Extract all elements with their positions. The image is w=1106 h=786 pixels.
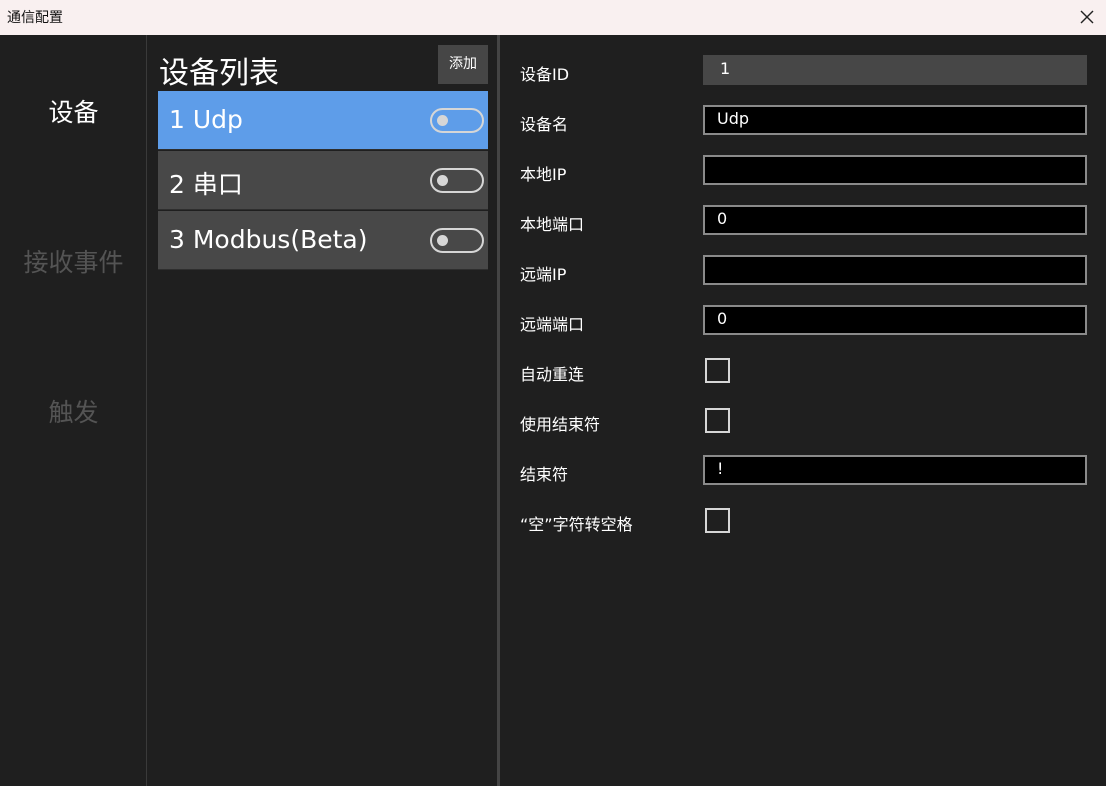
toggle-knob: [437, 235, 448, 246]
row-terminator: 结束符 !: [500, 455, 1106, 485]
row-device-id: 设备ID 1: [500, 55, 1106, 85]
device-settings-form: 设备ID 1 设备名 Udp 本地IP 本地端口 0 远端IP 远端端口 0 自…: [500, 35, 1106, 786]
device-item-label: 1 Udp: [169, 105, 243, 134]
row-device-name: 设备名 Udp: [500, 105, 1106, 135]
nav-sidebar: 设备 接收事件 触发: [0, 35, 147, 786]
nav-item-devices[interactable]: 设备: [0, 93, 147, 129]
title-bar: 通信配置: [0, 0, 1106, 35]
device-list-panel: 设备列表 添加 1 Udp 2 串口 3 Modbus(Beta): [148, 35, 498, 786]
use-terminator-label: 使用结束符: [520, 415, 601, 434]
device-item-label: 3 Modbus(Beta): [169, 225, 368, 254]
row-remote-ip: 远端IP: [500, 255, 1106, 285]
auto-reconnect-checkbox[interactable]: [705, 358, 730, 383]
remote-ip-label: 远端IP: [520, 265, 567, 284]
terminator-input[interactable]: !: [703, 455, 1087, 485]
toggle-knob: [437, 115, 448, 126]
device-item-udp[interactable]: 1 Udp: [158, 91, 488, 150]
row-local-port: 本地端口 0: [500, 205, 1106, 235]
use-terminator-checkbox[interactable]: [705, 408, 730, 433]
device-list-title: 设备列表: [159, 56, 279, 91]
add-device-button[interactable]: 添加: [438, 45, 488, 84]
local-port-input[interactable]: 0: [703, 205, 1087, 235]
device-item-label: 2 串口: [169, 170, 243, 199]
null-to-space-label: “空”字符转空格: [520, 515, 633, 534]
device-enable-toggle[interactable]: [430, 108, 484, 133]
close-icon[interactable]: [1072, 4, 1102, 30]
remote-ip-input[interactable]: [703, 255, 1087, 285]
row-local-ip: 本地IP: [500, 155, 1106, 185]
device-id-label: 设备ID: [520, 65, 570, 84]
remote-port-input[interactable]: 0: [703, 305, 1087, 335]
nav-item-triggers[interactable]: 触发: [0, 393, 147, 429]
auto-reconnect-label: 自动重连: [520, 365, 585, 384]
device-item-serial[interactable]: 2 串口: [158, 151, 488, 210]
nav-item-receive-events[interactable]: 接收事件: [0, 243, 147, 279]
device-enable-toggle[interactable]: [430, 228, 484, 253]
local-ip-input[interactable]: [703, 155, 1087, 185]
row-remote-port: 远端端口 0: [500, 305, 1106, 335]
window-body: 设备 接收事件 触发 设备列表 添加 1 Udp 2 串口 3 Modbus(B…: [0, 35, 1106, 786]
terminator-label: 结束符: [520, 465, 569, 484]
row-null-to-space: “空”字符转空格: [500, 505, 1106, 535]
local-port-label: 本地端口: [520, 215, 585, 234]
remote-port-label: 远端端口: [520, 315, 585, 334]
window-title: 通信配置: [7, 10, 63, 26]
device-name-input[interactable]: Udp: [703, 105, 1087, 135]
local-ip-label: 本地IP: [520, 165, 567, 184]
row-auto-reconnect: 自动重连: [500, 355, 1106, 385]
device-id-value: 1: [703, 55, 1087, 85]
device-enable-toggle[interactable]: [430, 168, 484, 193]
row-use-terminator: 使用结束符: [500, 405, 1106, 435]
null-to-space-checkbox[interactable]: [705, 508, 730, 533]
device-name-label: 设备名: [520, 115, 569, 134]
device-item-modbus[interactable]: 3 Modbus(Beta): [158, 211, 488, 270]
toggle-knob: [437, 175, 448, 186]
